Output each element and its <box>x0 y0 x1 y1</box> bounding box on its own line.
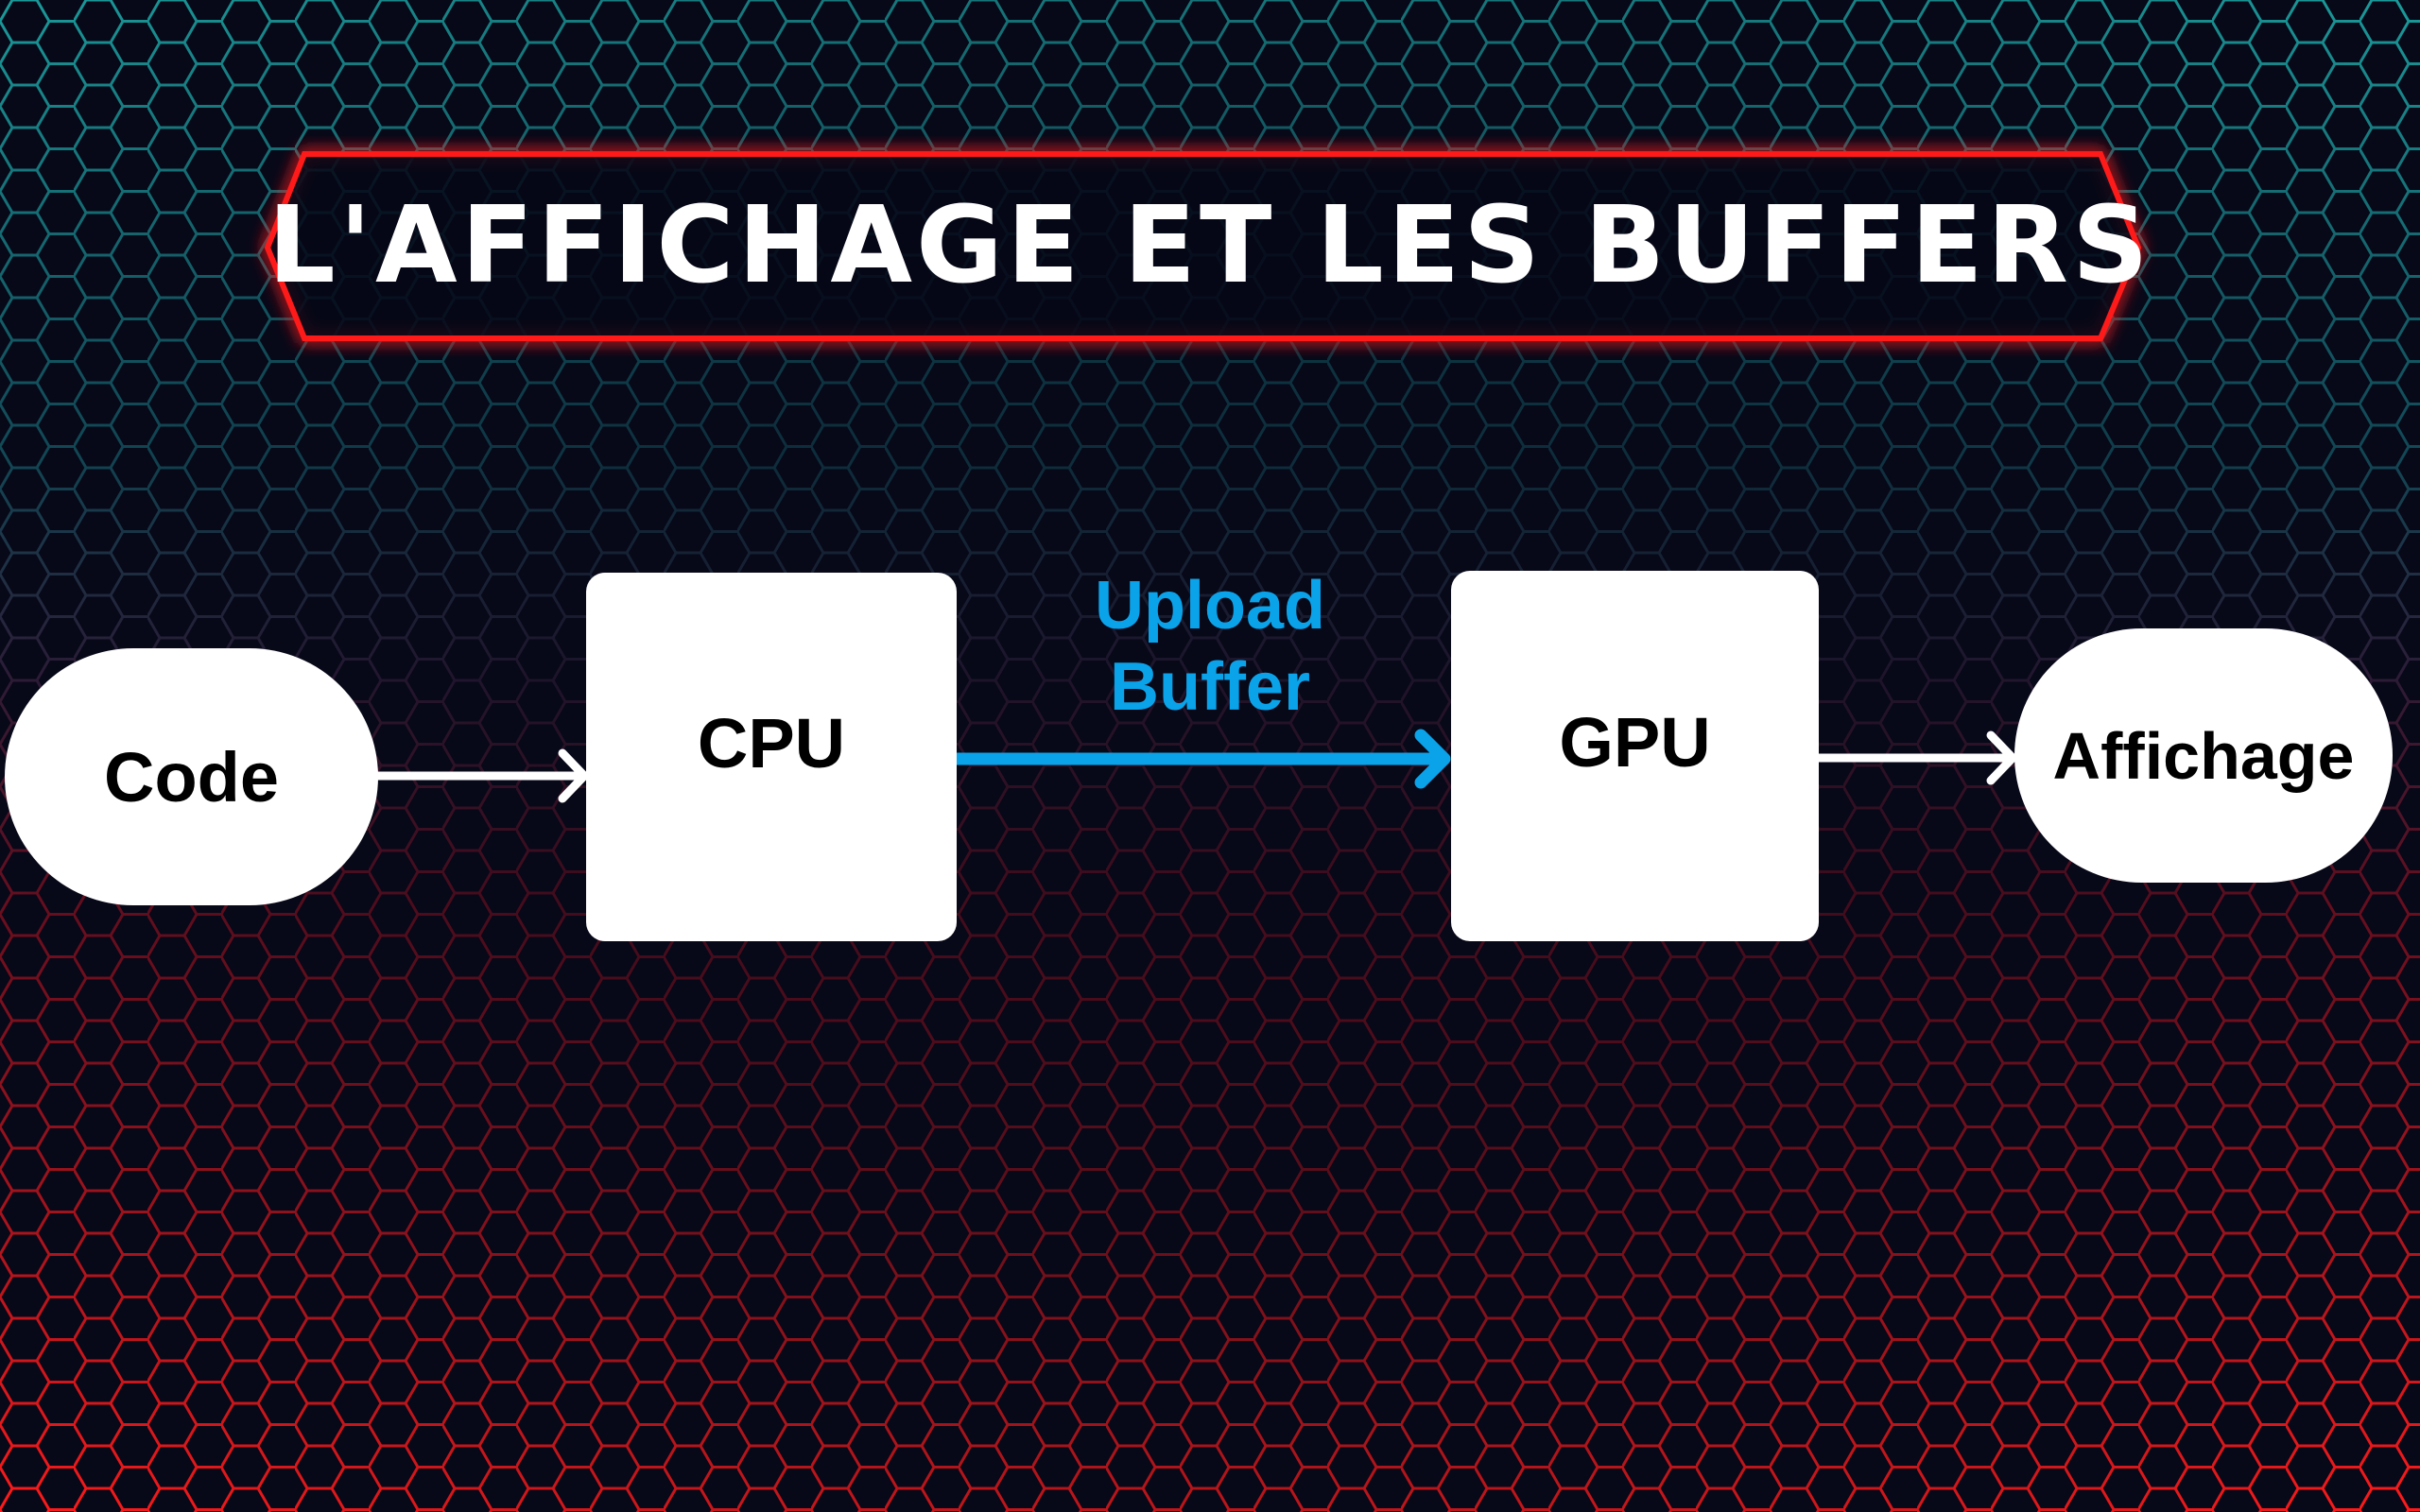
node-gpu: GPU <box>1451 571 1819 941</box>
edge-label-upload-buffer: Upload Buffer <box>1021 565 1399 728</box>
node-gpu-label: GPU <box>1559 702 1711 782</box>
node-code-label: Code <box>104 737 279 816</box>
edge-label-line1: Upload <box>1095 568 1325 644</box>
edge-label-line2: Buffer <box>1110 649 1310 725</box>
node-cpu: CPU <box>586 573 957 941</box>
node-display: Affichage <box>2014 628 2393 883</box>
node-code: Code <box>5 648 378 905</box>
page-title: L'AFFICHAGE ET LES BUFFERS <box>268 184 2152 307</box>
node-cpu-label: CPU <box>697 703 846 782</box>
node-display-label: Affichage <box>2052 718 2355 793</box>
